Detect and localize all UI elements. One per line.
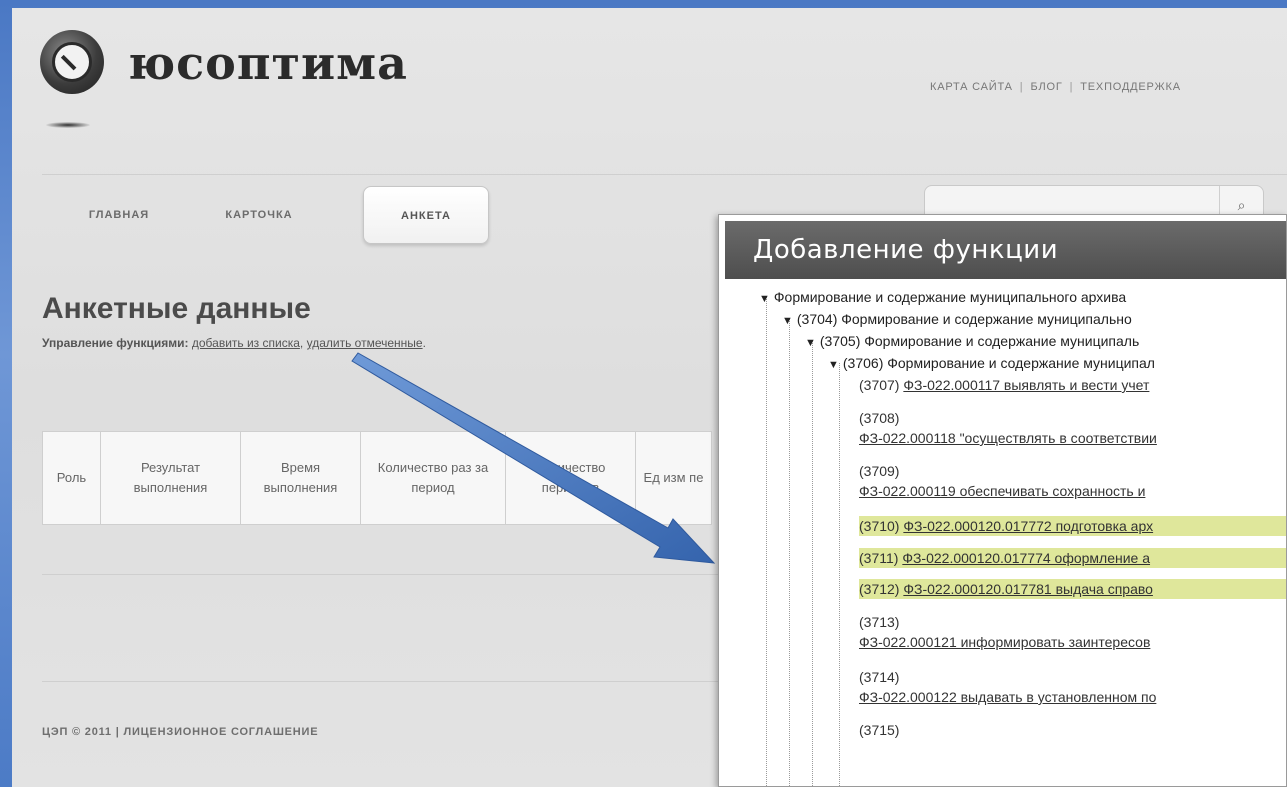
leaf-code: (3713) [859,614,900,630]
functions-control: Управление функциями: добавить из списка… [42,336,426,350]
tree-node[interactable]: ▼ (3705) Формирование и содержание муници… [805,331,1139,351]
functions-label: Управление функциями: [42,336,189,350]
tree-node-code: (3704) [796,311,838,327]
tree-guide-line [766,297,767,786]
leaf-link[interactable]: ФЗ-022.000119 обеспечивать сохранность и [859,483,1145,499]
tree-node-code: (3706) [842,355,884,371]
expand-triangle-icon[interactable]: ▼ [828,359,839,371]
tree-guide-line [789,319,790,786]
leaf-link[interactable]: ФЗ-022.000120.017774 оформление а [902,550,1150,566]
logo[interactable]: юсоптима [40,30,510,140]
tree-leaf-selected[interactable]: (3711) ФЗ-022.000120.017774 оформление а [859,548,1286,568]
leaf-link[interactable]: ФЗ-022.000120.017772 подготовка арх [903,518,1153,534]
column-header-role: Роль [42,431,101,525]
expand-triangle-icon[interactable]: ▼ [805,337,816,349]
leaf-link[interactable]: ФЗ-022.000118 "осуществлять в соответств… [859,430,1157,446]
logo-clock-icon [40,30,104,94]
column-header-time: Время выполнения [240,431,361,525]
tree-guide-line [812,341,813,786]
leaf-code: (3714) [859,669,900,685]
tree-node-code: (3705) [819,333,861,349]
leaf-code: (3712) [859,581,900,597]
tree-leaf[interactable]: (3707) ФЗ-022.000117 выявлять и вести уч… [859,375,1149,395]
tree-node-label: Формирование и содержание муниципаль [864,333,1140,349]
tree-leaf[interactable]: (3708) ФЗ-022.000118 "осуществлять в соо… [859,408,1157,448]
leaf-link[interactable]: ФЗ-022.000122 выдавать в установленном п… [859,689,1156,705]
period: . [422,336,426,350]
add-from-list-link[interactable]: добавить из списка [192,336,300,350]
tree-node-label: Формирование и содержание муниципального… [773,289,1127,305]
leaf-code: (3711) [859,550,899,566]
expand-triangle-icon[interactable]: ▼ [759,293,770,305]
tree-leaf[interactable]: (3709) ФЗ-022.000119 обеспечивать сохран… [859,461,1145,501]
separator: | [1069,81,1074,93]
nav-tab-card[interactable]: КАРТОЧКА [194,186,324,244]
tree-leaf[interactable]: (3715) [859,720,899,740]
add-function-dialog[interactable]: Добавление функции ▼ Формирование и содер… [718,214,1287,787]
tree-leaf-selected[interactable]: (3712) ФЗ-022.000120.017781 выдача справ… [859,579,1286,599]
blog-link[interactable]: БЛОГ [1030,81,1062,93]
tree-leaf-selected[interactable]: (3710) ФЗ-022.000120.017772 подготовка а… [859,516,1286,536]
nav-tab-home[interactable]: ГЛАВНАЯ [64,186,174,244]
column-header-unit: Ед изм пе [635,431,712,525]
leaf-code: (3709) [859,463,900,479]
tree-guide-line [839,363,840,786]
dialog-title: Добавление функции [725,221,1286,279]
tree-leaf[interactable]: (3714) ФЗ-022.000122 выдавать в установл… [859,667,1156,707]
page-title: Анкетные данные [42,292,311,325]
divider [42,174,1287,175]
separator: | [1019,81,1024,93]
functions-table: Роль Результат выполнения Время выполнен… [42,431,712,525]
footer: ЦЭП © 2011 | ЛИЦЕНЗИОННОЕ СОГЛАШЕНИЕ [42,726,319,738]
table-header-row: Роль Результат выполнения Время выполнен… [42,431,712,525]
leaf-code: (3707) [859,377,900,393]
expand-triangle-icon[interactable]: ▼ [782,315,793,327]
support-link[interactable]: ТЕХПОДДЕРЖКА [1080,81,1181,93]
tree-node[interactable]: ▼ (3704) Формирование и содержание муници… [782,309,1132,329]
logo-shadow [46,122,90,128]
column-header-times-per-period: Количество раз за период [360,431,506,525]
leaf-link[interactable]: ФЗ-022.000120.017781 выдача справо [903,581,1153,597]
delete-selected-link[interactable]: удалить отмеченные [307,336,423,350]
sitemap-link[interactable]: КАРТА САЙТА [930,81,1013,93]
leaf-link[interactable]: ФЗ-022.000117 выявлять и вести учет [903,377,1149,393]
main-nav: ГЛАВНАЯ КАРТОЧКА АНКЕТА [42,186,542,244]
tree-node[interactable]: ▼ Формирование и содержание муниципальног… [759,287,1126,307]
logo-text: юсоптима [128,36,408,90]
leaf-code: (3708) [859,410,900,426]
top-links: КАРТА САЙТА | БЛОГ | ТЕХПОДДЕРЖКА [930,81,1181,93]
leaf-code: (3710) [859,518,900,534]
tree-leaf[interactable]: (3713) ФЗ-022.000121 информировать заинт… [859,612,1150,652]
comma: , [299,336,304,350]
tree-node-label: Формирование и содержание муниципал [887,355,1155,371]
tree-node[interactable]: ▼ (3706) Формирование и содержание муници… [828,353,1155,373]
leaf-code: (3715) [859,722,900,738]
tree-node-label: Формирование и содержание муниципально [841,311,1132,327]
column-header-periods: Количество периодов [505,431,636,525]
leaf-link[interactable]: ФЗ-022.000121 информировать заинтересов [859,634,1150,650]
nav-tab-questionnaire[interactable]: АНКЕТА [363,186,489,244]
column-header-result: Результат выполнения [100,431,241,525]
